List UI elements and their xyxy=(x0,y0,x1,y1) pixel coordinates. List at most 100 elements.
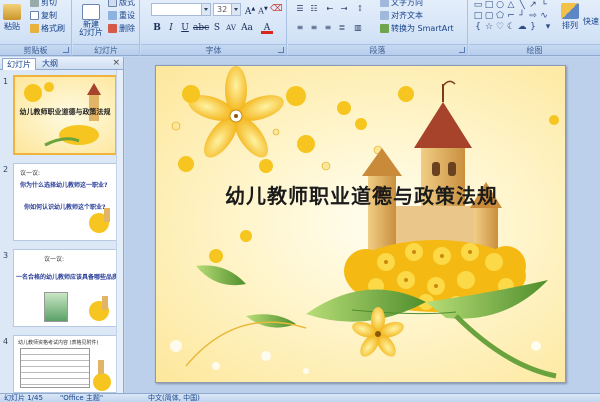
cloud-shape-icon[interactable]: ☁ xyxy=(517,22,527,32)
thumb-2-lead: 议一议: xyxy=(20,170,41,177)
smartart-button[interactable]: 转换为 SmartArt xyxy=(380,23,454,34)
brush-icon xyxy=(30,24,39,33)
corner-shape-icon[interactable]: ┘ xyxy=(517,11,527,21)
chevron-down-icon xyxy=(201,4,210,15)
slide-thumbnail-2[interactable]: 议一议: 你为什么选择幼儿教师这一职业? 你如何认识幼儿教师这个职业? xyxy=(13,163,117,241)
clipboard-launcher-icon[interactable] xyxy=(63,47,69,53)
paste-icon xyxy=(3,4,21,20)
tab-slides[interactable]: 幻灯片 xyxy=(2,58,36,70)
slide-canvas[interactable]: 幼儿教师职业道德与政策法规 xyxy=(155,65,566,383)
clipboard-group: 粘贴 剪切 复制 格式刷 剪贴板 xyxy=(0,0,72,56)
more-shapes-icon[interactable]: ▾ xyxy=(543,22,553,32)
increase-indent-button[interactable]: ⇥ xyxy=(338,3,350,15)
bracket-shape-icon[interactable]: } xyxy=(528,22,538,32)
slides-group-label: 幻灯片 xyxy=(73,44,139,55)
font-launcher-icon[interactable] xyxy=(278,47,284,53)
clipboard-group-label: 剪贴板 xyxy=(0,44,71,55)
pane-tabs: 幻灯片 大纲 × xyxy=(0,57,123,70)
thumb-number: 4 xyxy=(3,337,9,346)
slide-thumbnail-pane: 幻灯片 大纲 × 1 幼儿教师职业道德与政策法规 2 议一议: 你为什么选择幼儿… xyxy=(0,57,124,393)
right-arrow-shape-icon[interactable]: ⇨ xyxy=(528,11,538,21)
slide-thumbnail-4[interactable]: 幼儿教师资格考试内容 (表格见附件) xyxy=(13,335,117,393)
new-slide-icon xyxy=(82,4,100,20)
theme-name: "Office 主题" xyxy=(60,394,104,402)
font-color-button[interactable]: A xyxy=(261,22,273,34)
align-right-button[interactable]: ≡ xyxy=(322,22,334,34)
language-indicator[interactable]: 中文(简体, 中国) xyxy=(148,393,200,402)
brace-shape-icon[interactable]: { xyxy=(473,22,483,32)
rect2-shape-icon[interactable]: □ xyxy=(473,11,483,21)
thumb-1-title: 幼儿教师职业道德与政策法规 xyxy=(19,108,111,116)
status-bar: 幻灯片 1/45 "Office 主题" 中文(简体, 中国) xyxy=(0,393,600,402)
slide-thumbnail-3[interactable]: 议一议: 一名合格的幼儿教师应该具备哪些品质? xyxy=(13,249,117,327)
new-slide-button[interactable]: 新建 幻灯片 xyxy=(79,4,103,37)
line-shape-icon[interactable]: ╲ xyxy=(517,0,527,10)
smartart-icon xyxy=(380,24,389,33)
decrease-indent-button[interactable]: ⇤ xyxy=(324,3,336,15)
thumb-3-flower xyxy=(89,296,109,321)
text-direction-button[interactable]: 文字方向 xyxy=(380,0,423,8)
bold-button[interactable]: B xyxy=(151,22,163,34)
cut-button[interactable]: 剪切 xyxy=(30,0,57,8)
oval-shape-icon[interactable]: ○ xyxy=(495,0,505,10)
font-size-combo[interactable]: 32 xyxy=(213,3,241,16)
slide-artwork xyxy=(170,66,559,379)
slide-editing-area: 幼儿教师职业道德与政策法规 xyxy=(125,57,600,393)
shapes-gallery[interactable]: ▭ □ ○ △ ╲ ↗ └ □ ▢ ⬠ ⌐ ┘ ⇨ ∿ { ☆ ♡ ☾ ☁ } … xyxy=(473,0,555,40)
format-painter-button[interactable]: 格式刷 xyxy=(30,23,65,34)
close-icon[interactable]: × xyxy=(112,58,120,68)
justify-button[interactable]: ≣ xyxy=(336,22,348,34)
align-left-button[interactable]: ≡ xyxy=(294,22,306,34)
scissors-icon xyxy=(30,0,39,7)
arrange-button[interactable]: 排列 xyxy=(561,3,579,31)
reset-button[interactable]: 重设 xyxy=(108,10,135,21)
quick-styles-button[interactable]: 快速 xyxy=(583,16,599,27)
heart-shape-icon[interactable]: ♡ xyxy=(495,22,505,32)
delete-slide-button[interactable]: 删除 xyxy=(108,23,135,34)
layout-icon xyxy=(108,0,117,7)
grow-font-button[interactable]: A▲ xyxy=(244,3,256,17)
triangle-shape-icon[interactable]: △ xyxy=(506,0,516,10)
pentagon-shape-icon[interactable]: ⬠ xyxy=(495,11,505,21)
strikethrough-button[interactable]: abc xyxy=(193,22,209,34)
clear-format-button[interactable]: ⌫ xyxy=(270,3,283,15)
star-shape-icon[interactable]: ☆ xyxy=(484,22,494,32)
shrink-font-button[interactable]: A▼ xyxy=(257,3,269,16)
rect-shape-icon[interactable]: □ xyxy=(484,0,494,10)
layout-button[interactable]: 版式 xyxy=(108,0,135,8)
font-name-combo[interactable] xyxy=(151,3,211,16)
rounded-rect-shape-icon[interactable]: ▢ xyxy=(484,11,494,21)
change-case-button[interactable]: Aa xyxy=(241,22,253,34)
moon-shape-icon[interactable]: ☾ xyxy=(506,22,516,32)
curve-shape-icon[interactable]: ∿ xyxy=(539,11,549,21)
line-spacing-button[interactable]: ↕ xyxy=(354,3,366,15)
tab-outline[interactable]: 大纲 xyxy=(38,58,62,70)
align-text-button[interactable]: 对齐文本 xyxy=(380,10,423,21)
arrange-icon xyxy=(561,3,579,19)
spacing-button[interactable]: AV xyxy=(225,22,237,34)
copy-icon xyxy=(30,11,39,20)
bullets-button[interactable]: ☰ xyxy=(294,3,306,15)
paste-button[interactable]: 粘贴 xyxy=(3,4,21,32)
delete-icon xyxy=(108,24,117,33)
slides-group: 新建 幻灯片 版式 重设 删除 幻灯片 xyxy=(73,0,140,56)
align-center-button[interactable]: ≡ xyxy=(308,22,320,34)
drawing-group: ▭ □ ○ △ ╲ ↗ └ □ ▢ ⬠ ⌐ ┘ ⇨ ∿ { ☆ ♡ ☾ ☁ } … xyxy=(469,0,600,56)
underline-button[interactable]: U xyxy=(179,22,191,34)
font-group-label: 字体 xyxy=(141,44,286,55)
thumb-4-lead: 幼儿教师资格考试内容 (表格见附件) xyxy=(18,340,99,346)
copy-button[interactable]: 复制 xyxy=(30,10,57,21)
textbox-shape-icon[interactable]: ▭ xyxy=(473,0,483,10)
numbering-button[interactable]: ☷ xyxy=(308,3,320,15)
chevron-down-icon xyxy=(231,4,240,15)
slide-thumbnail-1[interactable]: 幼儿教师职业道德与政策法规 xyxy=(13,75,117,155)
paragraph-launcher-icon[interactable] xyxy=(459,47,465,53)
thumbnail-scrollbar[interactable] xyxy=(116,70,123,393)
arrow-shape-icon[interactable]: ↗ xyxy=(528,0,538,10)
elbow-shape-icon[interactable]: └ xyxy=(539,0,549,10)
connector-shape-icon[interactable]: ⌐ xyxy=(506,11,516,21)
columns-button[interactable]: ▥ xyxy=(352,22,364,34)
italic-button[interactable]: I xyxy=(165,22,177,34)
shadow-button[interactable]: S xyxy=(211,22,223,34)
slide-title[interactable]: 幼儿教师职业道德与政策法规 xyxy=(156,180,565,209)
